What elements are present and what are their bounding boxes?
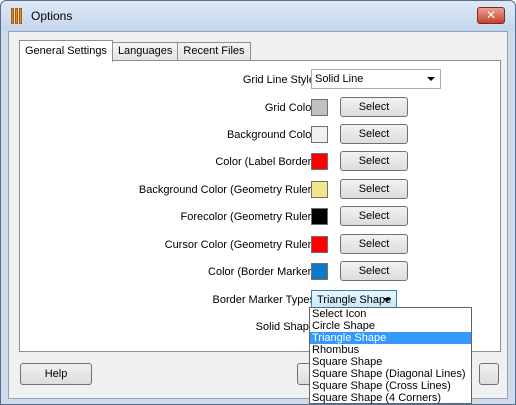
ruler-cursor-color-label: Cursor Color (Geometry Ruler) [164, 239, 315, 251]
dropdown-option[interactable]: Square Shape (Cross Lines) [310, 380, 471, 392]
background-color-label: Background Color [226, 129, 315, 141]
grid-line-style-label: Grid Line Style [242, 74, 315, 86]
ruler-cursor-color-select-button[interactable]: Select [340, 234, 408, 254]
ruler-cursor-color-swatch [311, 236, 328, 253]
title-bar: Options ✕ [1, 1, 515, 31]
border-marker-color-swatch [311, 263, 328, 280]
ruler-background-color-select-button[interactable]: Select [340, 179, 408, 199]
ruler-forecolor-label: Forecolor (Geometry Ruler) [180, 211, 315, 223]
chevron-down-icon [383, 298, 391, 302]
dropdown-option[interactable]: Square Shape (Diagonal Lines) [310, 368, 471, 380]
dropdown-option-selected[interactable]: Triangle Shape [310, 332, 471, 344]
window-title: Options [31, 9, 73, 23]
tab-general-settings[interactable]: General Settings [19, 40, 113, 62]
dropdown-option[interactable]: Select Icon [310, 308, 471, 320]
close-icon: ✕ [485, 8, 497, 22]
ruler-background-color-label: Background Color (Geometry Ruler) [138, 184, 315, 196]
grid-color-label: Grid Color [264, 102, 315, 114]
grid-color-swatch [311, 99, 328, 116]
border-marker-types-label: Border Marker Types [212, 294, 315, 306]
solid-shape-label: Solid Shape [255, 321, 315, 333]
border-marker-color-select-button[interactable]: Select [340, 261, 408, 281]
label-border-color-select-button[interactable]: Select [340, 151, 408, 171]
help-button[interactable]: Help [20, 363, 92, 385]
ruler-forecolor-select-button[interactable]: Select [340, 206, 408, 226]
label-border-color-swatch [311, 153, 328, 170]
border-marker-color-label: Color (Border Marker) [208, 266, 315, 278]
background-color-select-button[interactable]: Select [340, 124, 408, 144]
grid-line-style-select[interactable]: Solid Line [311, 69, 441, 89]
grid-line-style-value: Solid Line [315, 73, 364, 85]
tab-recent-files[interactable]: Recent Files [177, 42, 251, 61]
grid-color-select-button[interactable]: Select [340, 97, 408, 117]
ruler-background-color-swatch [311, 181, 328, 198]
background-color-swatch [311, 126, 328, 143]
dropdown-option[interactable]: Square Shape [310, 356, 471, 368]
dropdown-option[interactable]: Square Shape (4 Corners) [310, 392, 471, 404]
app-icon [11, 8, 25, 24]
chevron-down-icon [427, 77, 435, 81]
dropdown-option[interactable]: Circle Shape [310, 320, 471, 332]
border-marker-types-dropdown-list: Select Icon Circle Shape Triangle Shape … [309, 307, 472, 404]
cancel-button[interactable] [479, 363, 499, 385]
tab-languages[interactable]: Languages [111, 42, 179, 61]
close-button[interactable]: ✕ [477, 7, 505, 24]
ruler-forecolor-swatch [311, 208, 328, 225]
label-border-color-label: Color (Label Border) [215, 156, 315, 168]
dropdown-option[interactable]: Rhombus [310, 344, 471, 356]
tab-strip: General Settings Languages Recent Files [19, 40, 251, 62]
